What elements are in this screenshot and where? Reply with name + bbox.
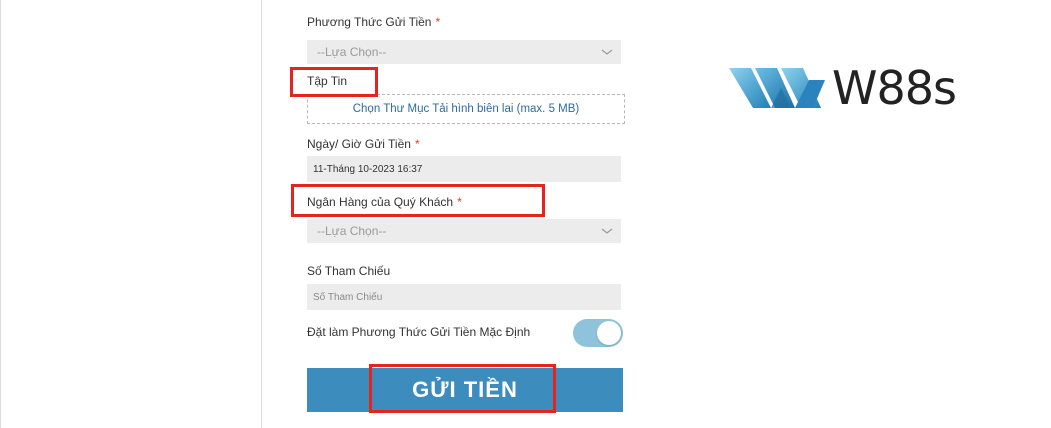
chevron-down-icon: [601, 228, 613, 234]
logo-wordmark: W88s: [832, 61, 957, 115]
file-label: Tập Tin: [307, 74, 348, 88]
reference-label: Số Tham Chiếu: [307, 264, 391, 278]
date-label-text: Ngày/ Giờ Gửi Tiền: [307, 137, 411, 151]
method-select-value: --Lựa Chọn--: [317, 45, 387, 59]
method-select[interactable]: --Lựa Chọn--: [307, 40, 621, 64]
date-input[interactable]: [307, 156, 603, 182]
bank-label: Ngân Hàng của Quý Khách *: [307, 195, 462, 209]
date-label: Ngày/ Giờ Gửi Tiền *: [307, 137, 420, 151]
required-mark: *: [414, 137, 420, 151]
method-label: Phương Thức Gửi Tiền *: [307, 15, 440, 29]
reference-field[interactable]: [307, 284, 621, 310]
bank-select[interactable]: --Lựa Chọn--: [307, 219, 621, 243]
required-mark: *: [435, 15, 441, 29]
receipt-upload-button[interactable]: Chọn Thư Mục Tải hình biên lai (max. 5 M…: [307, 94, 625, 124]
bank-label-text: Ngân Hàng của Quý Khách: [307, 195, 454, 209]
default-method-toggle[interactable]: [573, 319, 623, 347]
w88-chevron-logo-icon: [729, 68, 825, 108]
reference-input[interactable]: [307, 284, 603, 310]
required-mark: *: [457, 195, 462, 209]
chevron-down-icon: [601, 49, 613, 55]
date-field[interactable]: [307, 156, 621, 182]
submit-deposit-button[interactable]: GỬI TIỀN: [307, 368, 623, 412]
default-method-label: Đặt làm Phương Thức Gửi Tiền Mặc Định: [307, 325, 531, 339]
method-label-text: Phương Thức Gửi Tiền: [307, 15, 432, 29]
toggle-knob: [597, 321, 621, 345]
bank-select-value: --Lựa Chọn--: [317, 224, 387, 238]
upload-text: Chọn Thư Mục Tải hình biên lai (max. 5 M…: [352, 103, 580, 115]
w88s-logo: W88s: [729, 61, 969, 115]
